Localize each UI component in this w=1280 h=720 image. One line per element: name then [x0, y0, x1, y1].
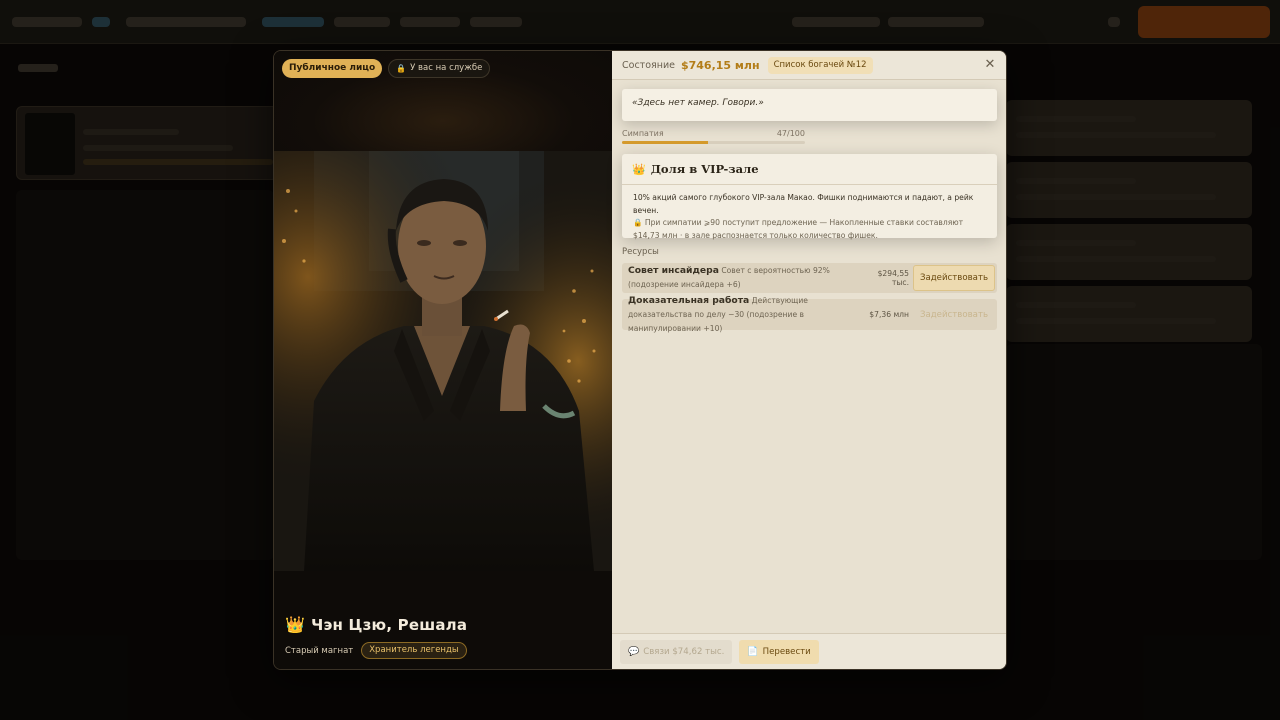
vip-note-text: При симпатии ⩾90 поступит предложение — …: [633, 218, 964, 240]
resource-row: Совет инсайдера Совет с вероятностью 92%…: [622, 263, 997, 293]
crown-icon: 👑: [285, 615, 306, 634]
character-name-text: Чэн Цзю, Решала: [311, 615, 468, 634]
public-face-badge: Публичное лицо: [282, 59, 383, 78]
crown-icon: 👑: [632, 162, 646, 176]
vip-card-body: 10% акций самого глубокого VIP-зала Мака…: [622, 185, 997, 249]
sympathy-bar: [622, 141, 805, 144]
sympathy-meter: Симпатия 47/100: [622, 129, 805, 144]
translate-button-label: Перевести: [762, 646, 811, 657]
sympathy-fill: [622, 141, 708, 144]
info-footer: 💬 Связи $74,62 тыс. 📄 Перевести: [612, 633, 1006, 669]
resources-heading: Ресурсы: [622, 247, 659, 257]
resource-name: Доказательная работа: [628, 294, 750, 306]
vip-title-text: Доля в VIP-зале: [650, 162, 759, 176]
wealth-label: Состояние: [622, 59, 675, 71]
resource-row: Доказательная работа Действующие доказат…: [622, 295, 997, 333]
vip-note: 🔒 При симпатии ⩾90 поступит предложение …: [633, 217, 986, 242]
character-meta: Старый магнат Хранитель легенды: [285, 642, 467, 659]
character-portrait: [274, 151, 612, 571]
portrait-panel: Публичное лицо 🔒 У вас на службе 👑 Чэн Ц…: [274, 51, 612, 669]
vip-card-title: 👑 Доля в VIP-зале: [622, 154, 997, 185]
info-panel: Состояние $746,15 млн Список богачей №12…: [612, 51, 1006, 669]
legend-badge: Хранитель легенды: [361, 642, 467, 659]
resource-price: $7,36 млн: [869, 310, 909, 319]
character-role: Старый магнат: [285, 645, 354, 656]
vip-share-card: 👑 Доля в VIP-зале 10% акций самого глубо…: [622, 154, 997, 240]
resource-name: Совет инсайдера: [628, 265, 719, 276]
rich-list-badge: Список богачей №12: [767, 56, 873, 74]
in-service-label: У вас на службе: [410, 63, 483, 73]
wealth-value: $746,15 млн: [680, 58, 760, 72]
lock-icon: 🔒: [633, 218, 643, 227]
resource-price: $294,55 тыс.: [877, 269, 909, 287]
use-resource-button-disabled[interactable]: Задействовать: [913, 302, 995, 328]
character-caption: 👑 Чэн Цзю, Решала Старый магнат Хранител…: [285, 615, 467, 659]
document-icon: 📄: [747, 646, 759, 657]
vip-description: 10% акций самого глубокого VIP-зала Мака…: [633, 193, 974, 215]
status-badges: Публичное лицо 🔒 У вас на службе: [282, 59, 491, 78]
links-button[interactable]: 💬 Связи $74,62 тыс.: [620, 639, 733, 664]
in-service-badge: 🔒 У вас на службе: [388, 59, 491, 78]
translate-button[interactable]: 📄 Перевести: [739, 639, 819, 664]
links-button-label: Связи $74,62 тыс.: [643, 646, 725, 657]
use-resource-button[interactable]: Задействовать: [913, 265, 995, 291]
close-icon[interactable]: ✕: [983, 58, 997, 72]
character-name: 👑 Чэн Цзю, Решала: [285, 615, 467, 634]
info-header: Состояние $746,15 млн Список богачей №12…: [612, 51, 1006, 80]
quote-card: «Здесь нет камер. Говори.»: [622, 89, 997, 121]
sympathy-value: 47/100: [776, 129, 805, 138]
chat-icon: 💬: [628, 646, 640, 657]
sympathy-label: Симпатия: [622, 129, 664, 138]
lock-icon: 🔒: [396, 64, 407, 73]
character-modal: Публичное лицо 🔒 У вас на службе 👑 Чэн Ц…: [273, 50, 1007, 670]
